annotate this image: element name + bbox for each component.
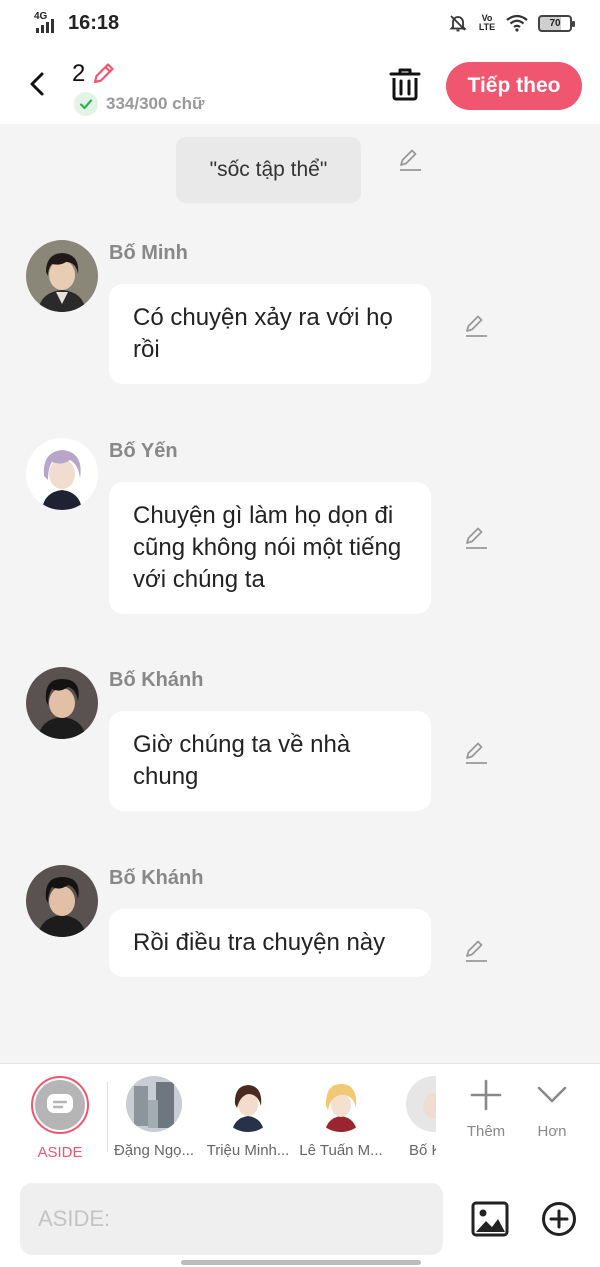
character-chip[interactable]: Triệu Minh... xyxy=(202,1076,294,1159)
character-label: ASIDE xyxy=(37,1144,83,1161)
battery-level: 70 xyxy=(549,17,561,29)
avatar[interactable] xyxy=(26,438,98,510)
speaker-name: Bố Yến xyxy=(109,440,178,462)
comment-icon xyxy=(47,1094,73,1113)
add-circle-icon xyxy=(542,1202,576,1236)
clock: 16:18 xyxy=(68,11,120,34)
back-icon xyxy=(30,72,44,96)
more-label: Thêm xyxy=(466,1123,506,1140)
input-bar xyxy=(0,1171,600,1267)
add-button[interactable] xyxy=(541,1201,577,1237)
more-button[interactable]: Thêm xyxy=(456,1078,516,1140)
chevron-down-icon xyxy=(537,1086,567,1103)
edit-icon[interactable] xyxy=(462,312,490,340)
edit-icon[interactable] xyxy=(462,524,490,552)
avatar xyxy=(406,1076,436,1132)
avatar[interactable] xyxy=(26,667,98,739)
episode-number: 2 xyxy=(72,60,86,87)
character-chip[interactable]: Lê Tuấn M... xyxy=(295,1076,387,1159)
message-input[interactable] xyxy=(20,1183,443,1255)
character-chip[interactable]: Bố K xyxy=(388,1076,436,1159)
character-label: Lê Tuấn M... xyxy=(299,1142,383,1159)
battery-icon: 70 xyxy=(538,14,575,32)
message-bubble[interactable]: Giờ chúng ta về nhà chung xyxy=(109,711,431,811)
volte-indicator: Vo LTE xyxy=(478,13,496,32)
avatar[interactable] xyxy=(26,240,98,312)
pencil-icon[interactable] xyxy=(89,60,117,88)
word-count: 334/300 chữ xyxy=(74,92,204,116)
trash-icon xyxy=(389,68,421,101)
mute-bell-icon xyxy=(449,15,467,32)
editor-header: 2 334/300 chữ Tiếp theo xyxy=(0,46,600,124)
avatar xyxy=(126,1076,182,1132)
avatar xyxy=(220,1076,276,1132)
character-chip[interactable]: Đặng Ngọ... xyxy=(108,1076,200,1159)
message-bubble[interactable]: Rồi điều tra chuyện này xyxy=(109,909,431,977)
avatar xyxy=(313,1076,369,1132)
collapse-button[interactable]: Hơn xyxy=(522,1078,582,1140)
character-chip-aside[interactable]: ASIDE xyxy=(14,1076,106,1161)
speaker-name: Bố Khánh xyxy=(109,669,204,691)
collapse-label: Hơn xyxy=(537,1123,567,1140)
image-icon xyxy=(471,1201,509,1237)
character-label: Đặng Ngọ... xyxy=(113,1142,195,1159)
wifi-icon xyxy=(506,14,528,32)
plus-icon xyxy=(470,1079,502,1111)
word-count-text: 334/300 chữ xyxy=(106,94,205,113)
aside-bubble[interactable]: "sốc tập thể" xyxy=(176,137,361,203)
home-indicator xyxy=(181,1260,421,1265)
status-bar: 4G 16:18 Vo LTE 70 xyxy=(0,0,600,46)
insert-image-button[interactable] xyxy=(470,1199,510,1239)
message-bubble[interactable]: Chuyện gì làm họ dọn đi cũng không nói m… xyxy=(109,482,431,614)
check-icon xyxy=(74,92,98,116)
signal-icon: 4G xyxy=(34,11,60,33)
edit-icon[interactable] xyxy=(396,146,424,174)
character-label: Bố K xyxy=(409,1142,436,1159)
message-bubble[interactable]: Có chuyện xảy ra với họ rồi xyxy=(109,284,431,384)
next-button[interactable]: Tiếp theo xyxy=(446,62,582,110)
back-button[interactable] xyxy=(22,68,54,100)
delete-button[interactable] xyxy=(388,66,422,102)
avatar[interactable] xyxy=(26,865,98,937)
edit-icon[interactable] xyxy=(462,739,490,767)
edit-icon[interactable] xyxy=(462,937,490,965)
speaker-name: Bố Minh xyxy=(109,242,188,264)
character-picker: ASIDE Đặng Ngọ... Triệu Minh... Lê Tuấn … xyxy=(0,1063,600,1171)
character-label: Triệu Minh... xyxy=(206,1142,290,1159)
speaker-name: Bố Khánh xyxy=(109,867,204,889)
episode-title[interactable]: 2 xyxy=(72,60,117,88)
